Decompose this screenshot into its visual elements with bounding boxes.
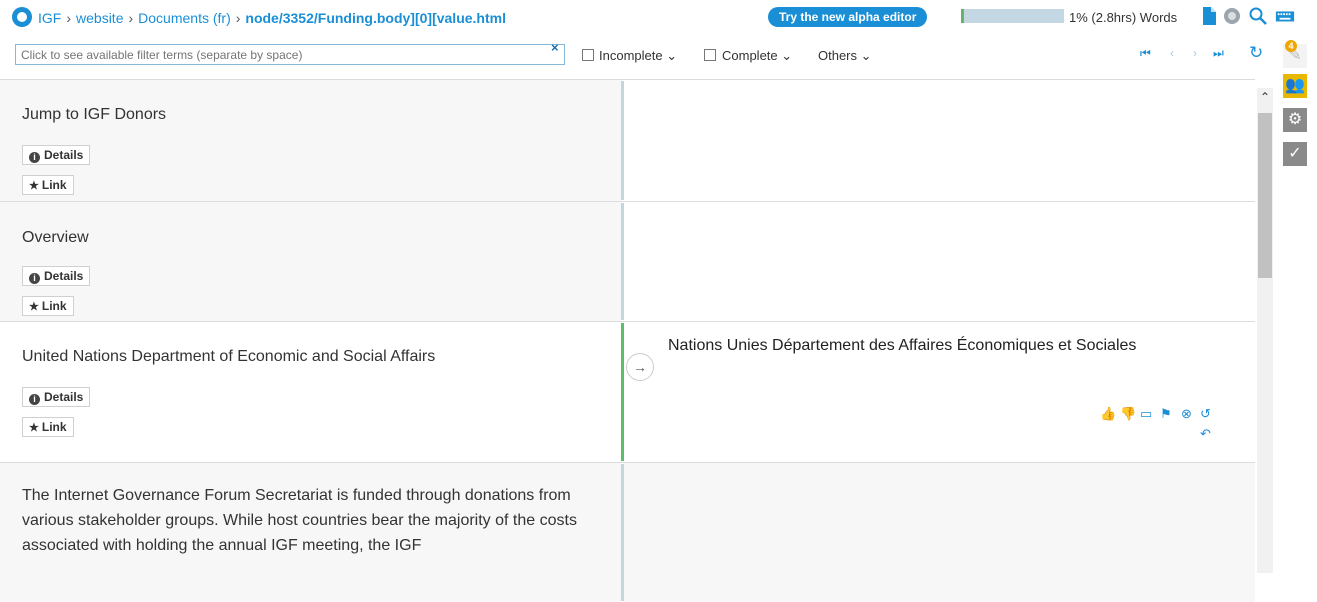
keyboard-icon[interactable] bbox=[1275, 6, 1295, 26]
segment-row[interactable]: Jump to IGF Donors i Details ★ Link bbox=[0, 79, 1255, 201]
next-page-icon[interactable]: › bbox=[1193, 46, 1197, 60]
segment-row[interactable]: United Nations Department of Economic an… bbox=[0, 321, 1255, 462]
clear-filter-icon[interactable]: × bbox=[551, 40, 559, 55]
users-icon[interactable]: 👥 bbox=[1283, 74, 1307, 98]
breadcrumb-website[interactable]: website bbox=[76, 10, 123, 26]
refresh-icon[interactable]: ↻ bbox=[1249, 43, 1263, 63]
flag-icon[interactable]: ⚑ bbox=[1160, 406, 1172, 422]
chevron-right-icon: › bbox=[235, 10, 241, 26]
breadcrumb-current-file[interactable]: node/3352/Funding.body][0][value.html bbox=[245, 10, 506, 26]
info-icon: i bbox=[29, 394, 40, 405]
search-icon[interactable] bbox=[1248, 6, 1268, 26]
chevron-right-icon: › bbox=[66, 10, 72, 26]
thumbs-up-icon[interactable]: 👍 bbox=[1100, 406, 1116, 422]
link-button[interactable]: ★ Link bbox=[22, 296, 74, 316]
target-text[interactable]: Nations Unies Département des Affaires É… bbox=[668, 337, 1136, 355]
source-cell: United Nations Department of Economic an… bbox=[0, 322, 621, 462]
details-button[interactable]: i Details bbox=[22, 266, 91, 286]
filter-input[interactable] bbox=[15, 44, 565, 65]
scroll-up-icon[interactable]: ⌃ bbox=[1257, 90, 1273, 106]
source-text: The Internet Governance Forum Secretaria… bbox=[22, 487, 577, 554]
link-button[interactable]: ★ Link bbox=[22, 417, 74, 437]
source-cell: The Internet Governance Forum Secretaria… bbox=[0, 463, 621, 602]
scrollbar-thumb[interactable] bbox=[1258, 113, 1272, 278]
thumbs-down-icon[interactable]: 👎 bbox=[1120, 406, 1136, 422]
breadcrumb-documents[interactable]: Documents (fr) bbox=[138, 10, 231, 26]
chevron-down-icon: ⌄ bbox=[860, 48, 872, 63]
logo-icon[interactable] bbox=[12, 7, 32, 27]
info-icon: i bbox=[29, 152, 40, 163]
undo-icon[interactable]: ↶ bbox=[1200, 426, 1211, 442]
details-button[interactable]: i Details bbox=[22, 145, 91, 165]
link-button[interactable]: ★ Link bbox=[22, 175, 74, 195]
arrow-right-icon: → bbox=[633, 359, 647, 375]
target-cell[interactable]: Nations Unies Département des Affaires É… bbox=[624, 322, 1255, 462]
chevron-down-icon: ⌄ bbox=[666, 48, 678, 63]
progress-fill bbox=[963, 9, 964, 23]
source-cell: Overview i Details ★ Link bbox=[0, 202, 621, 321]
globe-icon[interactable] bbox=[1222, 6, 1242, 26]
info-icon: i bbox=[29, 273, 40, 284]
source-text: Overview bbox=[22, 229, 89, 246]
inbox-icon[interactable]: ▭ bbox=[1140, 406, 1152, 422]
chevron-right-icon: › bbox=[128, 10, 134, 26]
document-icon[interactable] bbox=[1199, 6, 1219, 26]
delete-icon[interactable]: ⊗ bbox=[1181, 406, 1192, 422]
previous-page-icon[interactable]: ‹ bbox=[1170, 46, 1174, 60]
copy-source-button[interactable]: → bbox=[626, 353, 654, 381]
source-cell: Jump to IGF Donors i Details ★ Link bbox=[0, 80, 621, 201]
complete-filter[interactable]: Complete ⌄ bbox=[722, 48, 792, 64]
comments-icon[interactable]: ✎ 4 bbox=[1283, 40, 1307, 68]
incomplete-checkbox[interactable] bbox=[582, 49, 594, 61]
target-cell[interactable] bbox=[624, 463, 1255, 602]
others-filter[interactable]: Others ⌄ bbox=[818, 48, 872, 64]
star-icon: ★ bbox=[29, 301, 39, 313]
target-cell[interactable] bbox=[624, 202, 1255, 321]
filter-bar: × Incomplete ⌄ Complete ⌄ Others ⌄ ⏮ ‹ ›… bbox=[0, 40, 1317, 72]
segment-row[interactable]: The Internet Governance Forum Secretaria… bbox=[0, 462, 1255, 602]
last-page-icon[interactable]: ⏭ bbox=[1213, 46, 1224, 61]
notification-badge: 4 bbox=[1285, 40, 1297, 52]
breadcrumb-igf[interactable]: IGF bbox=[38, 10, 61, 26]
star-icon: ★ bbox=[29, 180, 39, 192]
incomplete-filter[interactable]: Incomplete ⌄ bbox=[599, 48, 677, 64]
progress-bar bbox=[961, 9, 1064, 23]
first-page-icon[interactable]: ⏮ bbox=[1140, 46, 1151, 61]
target-cell[interactable] bbox=[624, 80, 1255, 201]
progress-text: 1% (2.8hrs) Words bbox=[1069, 10, 1178, 25]
details-button[interactable]: i Details bbox=[22, 387, 91, 407]
history-icon[interactable]: ↺ bbox=[1200, 406, 1211, 422]
check-icon[interactable]: ✓ bbox=[1283, 142, 1307, 166]
alpha-editor-button[interactable]: Try the new alpha editor bbox=[768, 7, 928, 27]
star-icon: ★ bbox=[29, 422, 39, 434]
chevron-down-icon: ⌄ bbox=[781, 48, 793, 63]
source-text: Jump to IGF Donors bbox=[22, 106, 167, 123]
complete-checkbox[interactable] bbox=[704, 49, 716, 61]
segment-row[interactable]: Overview i Details ★ Link bbox=[0, 201, 1255, 321]
breadcrumb: IGF › website › Documents (fr) › node/3352/Fun… bbox=[38, 10, 506, 26]
settings-icon[interactable]: ⚙ bbox=[1283, 108, 1307, 132]
top-bar: IGF › website › Documents (fr) › node/3352/Fun… bbox=[0, 0, 1317, 36]
source-text: United Nations Department of Economic an… bbox=[22, 348, 436, 365]
